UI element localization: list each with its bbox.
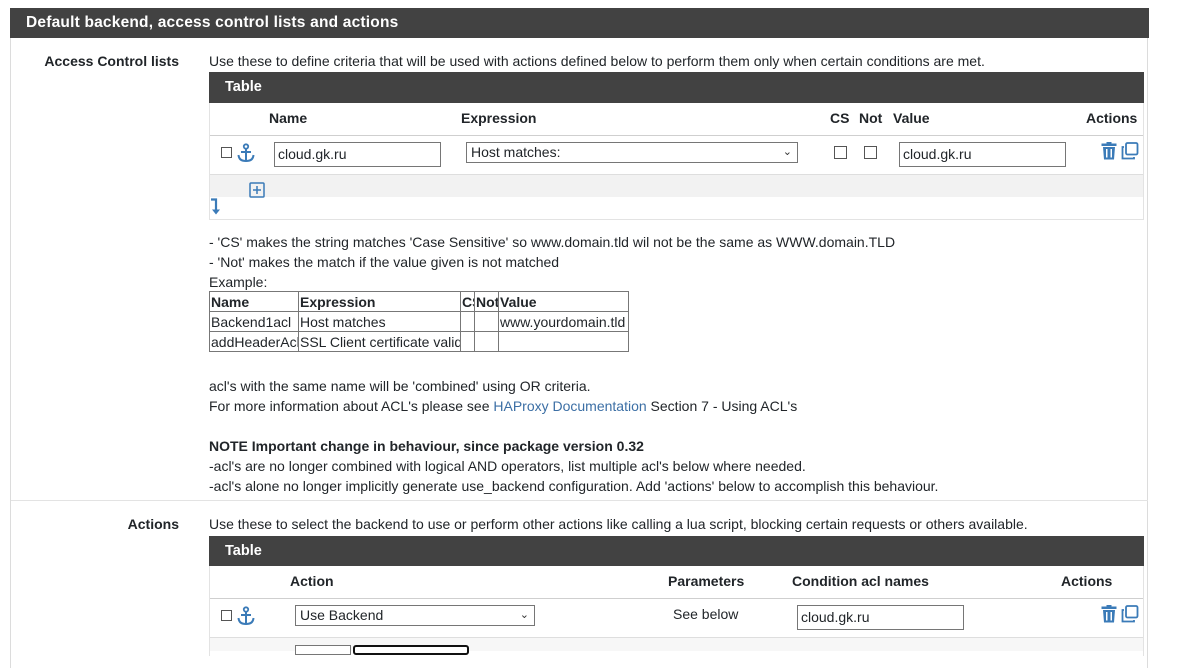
acl-row-select-checkbox[interactable] <box>221 147 232 158</box>
acl-table-title: Table <box>209 72 1144 103</box>
acl-col-not: Not <box>859 110 883 126</box>
actions-section-label: Actions <box>127 516 179 532</box>
action-parameters-text: See below <box>673 606 739 622</box>
action-row-select-checkbox[interactable] <box>221 610 232 621</box>
example-cell <box>498 331 629 352</box>
example-cell <box>460 331 475 352</box>
action-backend-field[interactable] <box>295 645 351 655</box>
acl-note-line: - 'CS' makes the string matches 'Case Se… <box>209 234 896 250</box>
acl-help-text: Use these to define criteria that will b… <box>209 53 985 69</box>
arrow-down-icon[interactable] <box>210 198 222 216</box>
acl-example-table: Name Expression CS Not Value Backend1acl… <box>209 291 629 352</box>
trash-icon[interactable] <box>1101 605 1117 623</box>
section-divider <box>11 500 1148 501</box>
chevron-down-icon: ⌄ <box>782 146 792 158</box>
action-type-value: Use Backend <box>300 607 384 623</box>
example-cell: Backend1acl <box>209 311 299 332</box>
example-cell: Host matches <box>298 311 461 332</box>
acl-value-input[interactable]: cloud.gk.ru <box>899 142 1066 167</box>
duplicate-icon[interactable] <box>1121 142 1139 160</box>
acl-not-checkbox[interactable] <box>864 146 877 159</box>
acl-name-input[interactable]: cloud.gk.ru <box>274 142 441 167</box>
example-cell <box>474 331 499 352</box>
acl-info-suffix: Section 7 - Using ACL's <box>646 398 798 414</box>
acl-note-line: - 'Not' makes the match if the value giv… <box>209 254 560 270</box>
acl-notes: - 'CS' makes the string matches 'Case Se… <box>209 232 895 292</box>
anchor-icon[interactable] <box>236 606 256 626</box>
acl-note-line: -acl's alone no longer implicitly genera… <box>209 478 939 494</box>
action-type-select[interactable]: Use Backend ⌄ <box>295 605 535 626</box>
acl-col-expression: Expression <box>461 110 537 126</box>
table-row: Use Backend ⌄ See below cloud.gk.ru <box>210 599 1143 637</box>
acl-note-line: Example: <box>209 274 268 290</box>
anchor-icon[interactable] <box>236 143 256 163</box>
example-header-cell: Not <box>474 291 499 312</box>
table-row: cloud.gk.ru Host matches: ⌄ cloud.gk.ru <box>210 136 1143 174</box>
plus-square-icon[interactable] <box>249 182 265 198</box>
acl-info-line: For more information about ACL's please … <box>209 396 797 416</box>
actions-col-parameters: Parameters <box>668 573 745 589</box>
trash-icon[interactable] <box>1101 142 1117 160</box>
acl-col-name: Name <box>269 110 308 126</box>
acl-cs-checkbox[interactable] <box>834 146 847 159</box>
example-header-cell: Expression <box>298 291 461 312</box>
acl-section-label: Access Control lists <box>44 53 179 69</box>
chevron-down-icon: ⌄ <box>519 609 529 621</box>
example-header-cell: Name <box>209 291 299 312</box>
acl-note-title: NOTE Important change in behaviour, sinc… <box>209 438 644 454</box>
acl-combined-note: acl's with the same name will be 'combin… <box>209 378 591 394</box>
haproxy-documentation-link[interactable]: HAProxy Documentation <box>493 398 646 414</box>
acl-expression-select[interactable]: Host matches: ⌄ <box>466 142 798 163</box>
table-row: Name Expression CS Not Value <box>209 291 629 312</box>
acl-add-row <box>210 175 1143 197</box>
acl-info-prefix: For more information about ACL's please … <box>209 398 494 414</box>
table-row: Backend1acl Host matches www.yourdomain.… <box>209 311 629 332</box>
actions-col-condition: Condition acl names <box>792 573 929 589</box>
actions-table-title: Table <box>209 536 1144 566</box>
acl-col-value: Value <box>893 110 930 126</box>
acl-col-actions: Actions <box>1086 110 1138 126</box>
acl-note-line: -acl's are no longer combined with logic… <box>209 458 806 474</box>
actions-col-action: Action <box>290 573 334 589</box>
actions-help-text: Use these to select the backend to use o… <box>209 516 1028 532</box>
example-header-cell: CS <box>460 291 475 312</box>
example-cell: addHeaderAcl <box>209 331 299 352</box>
acl-behaviour-note: NOTE Important change in behaviour, sinc… <box>209 436 938 496</box>
action-backend-select[interactable] <box>353 645 469 655</box>
example-cell: www.yourdomain.tld <box>498 311 629 332</box>
panel-title: Default backend, access control lists an… <box>10 8 1149 38</box>
duplicate-icon[interactable] <box>1121 605 1139 623</box>
example-header-cell: Value <box>498 291 629 312</box>
example-cell: SSL Client certificate valid <box>298 331 461 352</box>
table-row: addHeaderAcl SSL Client certificate vali… <box>209 331 629 352</box>
example-cell <box>460 311 475 332</box>
example-cell <box>474 311 499 332</box>
acl-info: acl's with the same name will be 'combin… <box>209 376 797 416</box>
actions-col-actions: Actions <box>1061 573 1113 589</box>
acl-col-cs: CS <box>830 110 850 126</box>
action-condition-input[interactable]: cloud.gk.ru <box>797 605 964 630</box>
acl-expression-value: Host matches: <box>471 144 561 160</box>
